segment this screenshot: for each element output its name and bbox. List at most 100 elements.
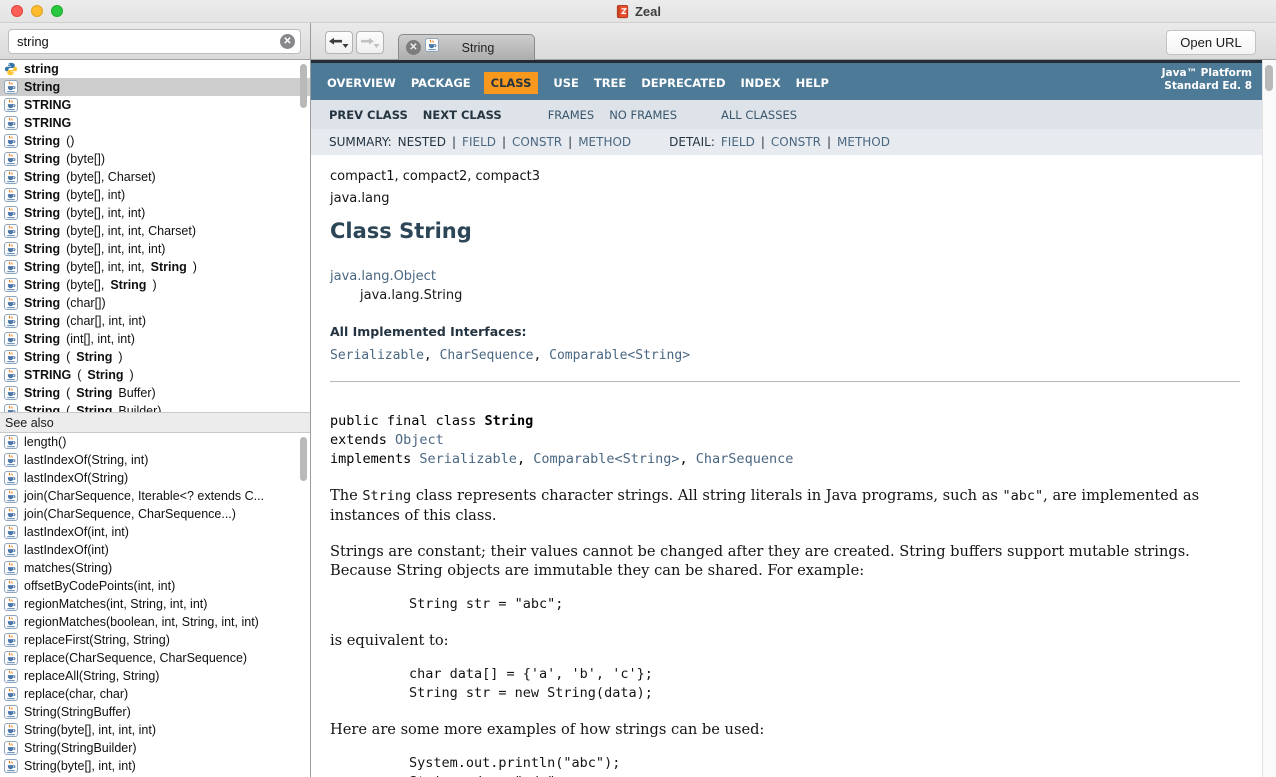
interfaces-list: Serializable, CharSequence, Comparable<S… — [330, 348, 1232, 363]
list-item[interactable]: String(int[], int, int) — [0, 330, 310, 348]
list-item[interactable]: String(byte[], int, int, Charset) — [0, 222, 310, 240]
content-scrollbar-track[interactable] — [1262, 60, 1276, 777]
docnav-item-index[interactable]: INDEX — [741, 76, 781, 90]
see-also-item[interactable]: replaceFirst(String, String) — [0, 631, 310, 649]
see-also-item[interactable]: String(StringBuilder) — [0, 739, 310, 757]
list-item[interactable]: String(char[], int, int) — [0, 312, 310, 330]
docnav-item-overview[interactable]: OVERVIEW — [327, 76, 396, 90]
summary-method[interactable]: METHOD — [578, 135, 631, 149]
list-item[interactable]: String(byte[], int, int, int) — [0, 240, 310, 258]
list-item[interactable]: String(byte[], String) — [0, 276, 310, 294]
see-also-item[interactable]: regionMatches(int, String, int, int) — [0, 595, 310, 613]
subnav-no-frames[interactable]: NO FRAMES — [609, 108, 677, 122]
subnav-next-class[interactable]: NEXT CLASS — [423, 108, 502, 122]
doc-link[interactable]: Serializable — [330, 348, 424, 363]
see-also-item[interactable]: lastIndexOf(int, int) — [0, 523, 310, 541]
subnav-frames[interactable]: FRAMES — [548, 108, 595, 122]
java-icon — [4, 633, 18, 647]
java-icon — [4, 296, 18, 310]
docnav-item-tree[interactable]: TREE — [594, 76, 626, 90]
java-icon — [4, 615, 18, 629]
superclass-link[interactable]: java.lang.Object — [330, 267, 1232, 286]
see-also-item[interactable]: String(StringBuffer) — [0, 703, 310, 721]
doc-link[interactable]: Comparable<String> — [549, 348, 690, 363]
docnav-item-help[interactable]: HELP — [796, 76, 829, 90]
see-also-item[interactable]: lastIndexOf(String, int) — [0, 451, 310, 469]
doc-link[interactable]: CharSequence — [696, 451, 794, 467]
list-item[interactable]: String(StringBuffer) — [0, 384, 310, 402]
back-button[interactable] — [325, 31, 353, 54]
list-item[interactable]: STRING(String) — [0, 366, 310, 384]
detail-field[interactable]: FIELD — [721, 135, 755, 149]
docnav-item-deprecated[interactable]: DEPRECATED — [641, 76, 725, 90]
subnav-all-classes[interactable]: ALL CLASSES — [721, 108, 797, 122]
content-scrollbar-thumb[interactable] — [1265, 65, 1273, 91]
see-also-item[interactable]: replace(CharSequence, CharSequence) — [0, 649, 310, 667]
list-item[interactable]: STRING — [0, 114, 310, 132]
doc-link[interactable]: Serializable — [419, 451, 517, 467]
see-also-item[interactable]: offsetByCodePoints(int, int) — [0, 577, 310, 595]
sidebar-scrollbar-bottom[interactable] — [300, 437, 307, 481]
separator: | — [452, 135, 456, 149]
separator: | — [761, 135, 765, 149]
java-icon — [4, 368, 18, 382]
minimize-window-button[interactable] — [31, 5, 43, 17]
doc-body: compact1, compact2, compact3 java.lang C… — [311, 155, 1262, 777]
list-item[interactable]: STRING — [0, 96, 310, 114]
doc-content: OVERVIEW PACKAGE CLASS USE TREE DEPRECATED IND… — [311, 60, 1276, 777]
see-also-item[interactable]: regionMatches(boolean, int, String, int,… — [0, 613, 310, 631]
clear-search-icon[interactable]: ✕ — [280, 34, 295, 49]
forward-button[interactable] — [356, 31, 384, 54]
java-icon — [4, 170, 18, 184]
java-icon — [4, 453, 18, 467]
search-input[interactable] — [8, 29, 301, 54]
see-also-item[interactable]: replace(char, char) — [0, 685, 310, 703]
list-item[interactable]: String(StringBuilder) — [0, 402, 310, 412]
list-item[interactable]: String(char[]) — [0, 294, 310, 312]
summary-field[interactable]: FIELD — [462, 135, 496, 149]
java-icon — [4, 80, 18, 94]
see-also-item[interactable]: join(CharSequence, Iterable<? extends C.… — [0, 487, 310, 505]
doc-link[interactable]: CharSequence — [440, 348, 534, 363]
docnav-item-use[interactable]: USE — [553, 76, 578, 90]
list-item[interactable]: String(String) — [0, 348, 310, 366]
open-url-button[interactable]: Open URL — [1166, 30, 1256, 55]
subnav-prev-class[interactable]: PREV CLASS — [329, 108, 408, 122]
detail-method[interactable]: METHOD — [837, 135, 890, 149]
docnav-item-class[interactable]: CLASS — [484, 72, 539, 94]
see-also-item[interactable]: String(byte[], int, int, int) — [0, 721, 310, 739]
list-item[interactable]: String(byte[], int) — [0, 186, 310, 204]
list-item[interactable]: String(byte[]) — [0, 150, 310, 168]
doc-link[interactable]: Object — [395, 432, 444, 448]
detail-constr[interactable]: CONSTR — [771, 135, 821, 149]
list-item[interactable]: String(byte[], int, int, String) — [0, 258, 310, 276]
see-also-item[interactable]: lastIndexOf(String) — [0, 469, 310, 487]
list-item[interactable]: string — [0, 60, 310, 78]
summary-nested: NESTED — [398, 135, 446, 149]
see-also-item[interactable]: String(byte[], int, int) — [0, 757, 310, 775]
list-item[interactable]: String(byte[], int, int) — [0, 204, 310, 222]
summary-constr[interactable]: CONSTR — [512, 135, 562, 149]
java-icon — [4, 723, 18, 737]
java-icon — [4, 471, 18, 485]
docnav-item-package[interactable]: PACKAGE — [411, 76, 471, 90]
see-also-item[interactable]: matches(String) — [0, 559, 310, 577]
inheritance-tree: java.lang.Object java.lang.String — [330, 267, 1232, 305]
see-also-item[interactable]: join(CharSequence, CharSequence...) — [0, 505, 310, 523]
forward-arrow-icon — [359, 37, 381, 49]
java-icon — [4, 579, 18, 593]
tab-close-icon[interactable]: ✕ — [406, 40, 421, 55]
tab-string[interactable]: ✕ String — [398, 34, 535, 60]
see-also-item[interactable]: length() — [0, 433, 310, 451]
doc-link[interactable]: Comparable<String> — [533, 451, 679, 467]
list-item[interactable]: String() — [0, 132, 310, 150]
sidebar-scrollbar-top[interactable] — [300, 64, 307, 108]
see-also-item[interactable]: replaceAll(String, String) — [0, 667, 310, 685]
see-also-item[interactable]: lastIndexOf(int) — [0, 541, 310, 559]
java-icon — [4, 350, 18, 364]
zoom-window-button[interactable] — [51, 5, 63, 17]
close-window-button[interactable] — [11, 5, 23, 17]
list-item[interactable]: String — [0, 78, 310, 96]
search-results-list: string String STRING STRING String() Str — [0, 60, 310, 412]
list-item[interactable]: String(byte[], Charset) — [0, 168, 310, 186]
